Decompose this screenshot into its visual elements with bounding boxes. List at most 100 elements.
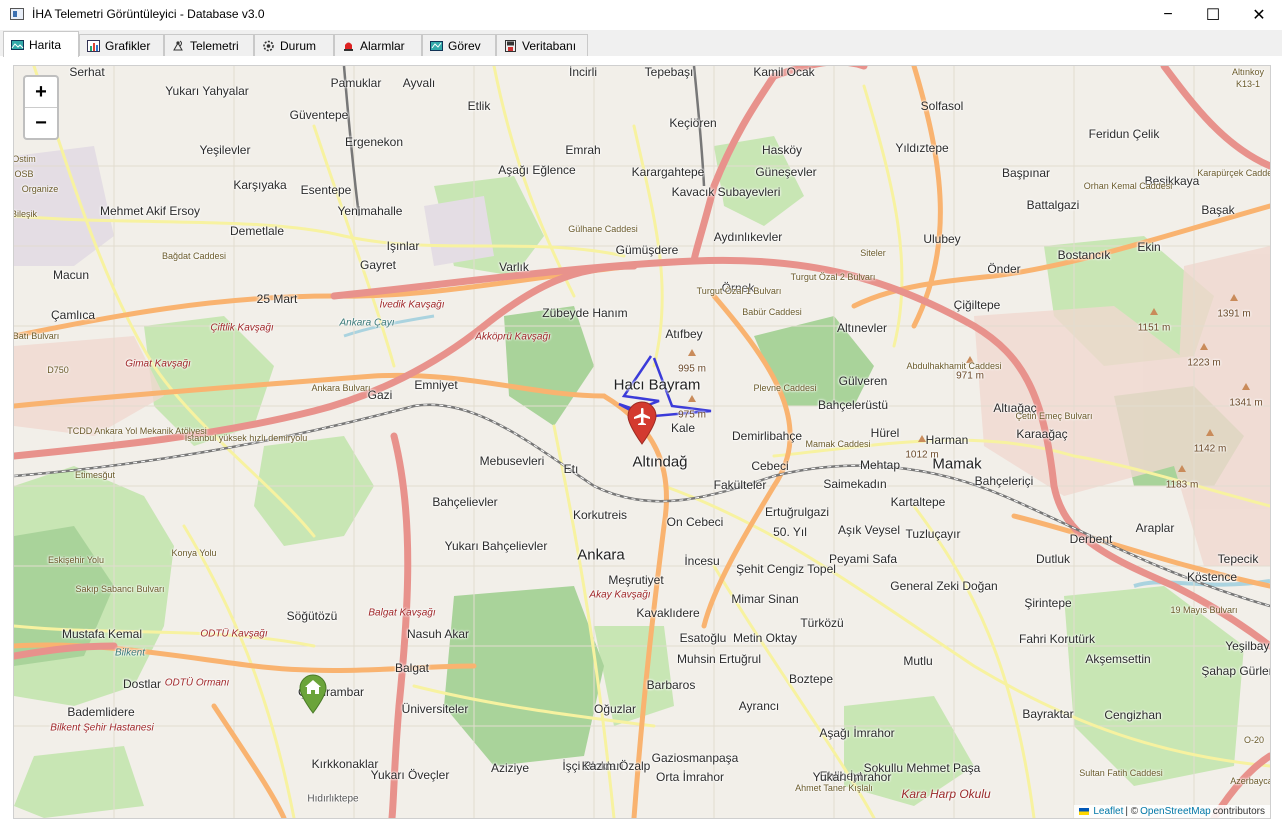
zoom-out-button[interactable]: − [25,108,57,138]
place-label: Cebeci [751,459,789,473]
place-label: Ankara [577,546,625,564]
place-label: İncesu [684,554,720,568]
place-label: Balgat [394,661,430,675]
place-label: Işınlar [386,239,420,253]
map-icon [11,39,24,51]
place-label: Bahçelerüstü [817,398,889,412]
place-label: Yukarı Yahyalar [165,84,249,98]
road-label: Etimesğut [74,470,116,480]
tab-label: Durum [280,38,317,53]
home-marker[interactable] [298,674,328,719]
zoom-in-button[interactable]: + [25,77,57,108]
road-label: TCDD Ankara Yol Mekanik Atölyesi [67,426,207,436]
place-label: Aşağı Eğlence [498,163,576,177]
place-label: Tepecik [1217,552,1259,566]
peak-icon [688,349,696,356]
tab-telemetri[interactable]: Telemetri [164,34,254,56]
place-label: Bayraktar [1022,707,1074,721]
place-label: Başak [1201,203,1235,217]
road-label: Ankara Çayı [339,317,395,329]
place-label: Başpınar [1001,166,1051,180]
place-label: Bahçelievler [432,495,498,509]
place-label: Kartaltepe [890,495,946,509]
place-label: Türközü [800,616,844,630]
close-icon: ✕ [1252,7,1266,24]
peak-icon [1230,294,1238,301]
tab-label: Veritabanı [522,38,577,53]
place-label: Saimekadın [823,477,887,491]
place-label: Bademlidere [67,705,135,719]
place-label: Dostlar [122,677,162,691]
road-label: OSB [14,169,34,179]
place-label: Esatoğlu [679,631,727,645]
elevation-label: 1012 m [905,449,939,461]
place-label: Üniversiteler [401,702,469,716]
road-label: Bilkent Şehir Hastanesi [50,722,154,734]
ukraine-flag-icon [1079,808,1090,815]
place-label: Mustafa Kemal [61,627,143,641]
road-label: Sakıp Sabancı Bulvarı [75,584,165,594]
title-bar: İHA Telemetri Görüntüleyici - Database v… [0,0,1282,30]
place-label: Hasköy [761,143,803,157]
minimize-button[interactable]: − [1145,0,1191,30]
road-label: Akay Kavşağı [589,589,651,601]
place-label: Aşık Veysel [837,523,901,537]
road-label: Gimat Kavşağı [125,358,191,370]
road-label: Akköprü Kavşağı [475,331,551,343]
tab-gorev[interactable]: Görev [422,34,496,56]
close-button[interactable]: ✕ [1236,0,1282,30]
place-label: Demirlibahçe [731,429,803,443]
leaflet-link[interactable]: Leaflet [1093,806,1123,817]
place-label: Ekin [1137,240,1161,254]
road-label: ODTÜ Kavşağı [200,628,268,640]
road-label: Bileşik [13,209,38,219]
road-label: Batı Bulvarı [13,331,60,341]
database-icon [504,39,517,52]
place-label: Hacı Bayram [613,376,701,394]
drone-marker[interactable] [626,401,658,450]
road-label: ODTÜ Ormanı [164,677,230,689]
elevation-label: 1151 m [1137,322,1171,334]
place-label: Aziziye [490,761,530,775]
place-label: Yukarı Bahçelievler [444,539,548,553]
place-label: Tepebaşı [644,65,694,79]
road-label: D750 [47,365,69,375]
place-label: Muhsin Ertuğrul [676,652,762,666]
place-label: Gümüşdere [615,243,679,257]
place-label: Cengizhan [1104,708,1162,722]
place-label: Şehit Cengiz Topel [736,562,836,576]
place-label: Yeşilevler [199,143,251,157]
place-label: On Cebeci [666,515,724,529]
map-view[interactable]: Serhat Yukarı Yahyalar Pamuklar Ayvalı Etlik… [13,65,1271,819]
place-label: Macun [52,268,90,282]
place-label: Fakülteler [713,478,767,492]
place-label: Kavacık Subayevleri [671,185,781,199]
place-label: Gaziosmanpaşa [651,751,739,765]
zoom-control: + − [23,75,59,140]
place-label: Mebusevleri [479,454,545,468]
tab-durum[interactable]: Durum [254,34,334,56]
peak-icon [1150,308,1158,315]
tab-grafikler[interactable]: Grafikler [79,34,164,56]
maximize-button[interactable]: ☐ [1190,0,1236,30]
place-label: Çiğiltepe [953,298,1001,312]
elevation-label: 1183 m [1165,479,1199,491]
road-label: Karapürçek Caddesi [1197,168,1271,178]
tab-label: Telemetri [190,38,239,53]
attribution-separator: | © [1125,806,1139,817]
place-label: Akşemsettin [1085,652,1151,666]
tab-bar: Harita Grafikler Telemetri Durum Alarmla… [0,30,1282,57]
tab-label: Görev [448,38,481,53]
tab-harita[interactable]: Harita [3,31,79,57]
road-label: K13-1 [1235,79,1261,89]
place-label: Etı [563,462,579,476]
road-label: 19 Mayıs Bulvarı [1170,605,1238,615]
road-label: Ostim [13,154,36,164]
tab-label: Grafikler [105,38,151,53]
tab-alarmlar[interactable]: Alarmlar [334,34,422,56]
place-label: Orta İmrahor [655,770,725,784]
tab-veritabani[interactable]: Veritabanı [496,34,588,56]
openstreetmap-link[interactable]: OpenStreetMap [1140,806,1211,817]
place-label: Ergenekon [344,135,404,149]
elevation-label: 1142 m [1193,443,1227,455]
